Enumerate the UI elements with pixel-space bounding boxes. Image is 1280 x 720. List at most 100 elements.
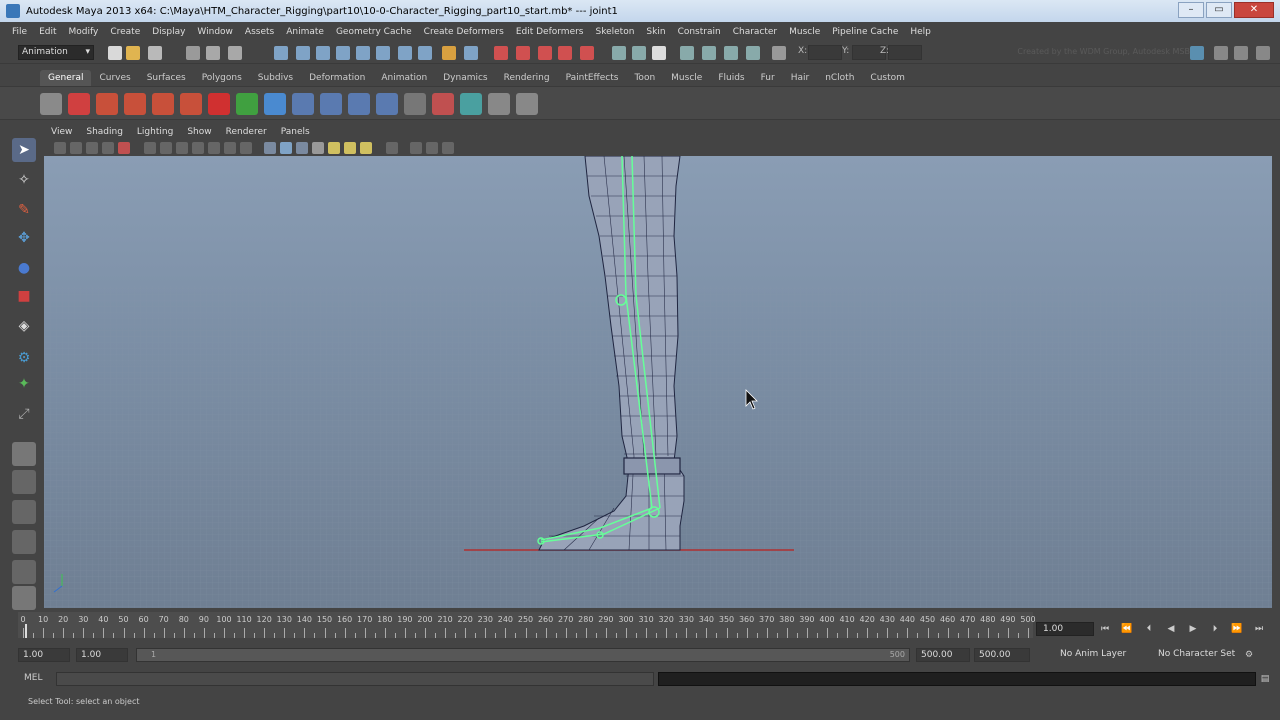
ipr-render-icon[interactable] [516,46,530,60]
sign-in-icon[interactable] [1190,46,1204,60]
menu-create[interactable]: Create [104,27,146,37]
use-all-lights-icon[interactable] [328,142,340,154]
menu-edit-deformers[interactable]: Edit Deformers [510,27,590,37]
layout-single-perspective-icon[interactable] [12,442,36,466]
shelf-tool-icon[interactable] [404,93,426,115]
textured-icon[interactable] [312,142,324,154]
shelf-tool-icon[interactable] [320,93,342,115]
panel-toggle-icon[interactable] [1214,46,1228,60]
go-to-start-icon[interactable]: ⏮ [1096,622,1114,636]
time-slider[interactable]: 0 10 20 30 40 50 60 70 80 90 100 110 120 130 140 150 160… [0,612,1280,644]
animation-end-field[interactable]: 500.00 [974,648,1030,662]
attribute-editor-icon[interactable] [702,46,716,60]
panel-menu-panels[interactable]: Panels [274,124,317,140]
joint-tool-icon[interactable]: ✦ [12,372,36,396]
camera-attributes-icon[interactable] [70,142,82,154]
layout-four-view-icon[interactable] [12,470,36,494]
tool-settings-icon[interactable] [724,46,738,60]
play-backwards-icon[interactable]: ◀ [1162,622,1180,636]
isolate-select-icon[interactable] [386,142,398,154]
wireframe-icon[interactable] [264,142,276,154]
step-back-frame-icon[interactable]: ⏪ [1118,622,1136,636]
menu-create-deformers[interactable]: Create Deformers [418,27,510,37]
camera-select-icon[interactable] [54,142,66,154]
shelf-tab-general[interactable]: General [40,70,92,86]
menu-assets[interactable]: Assets [239,27,280,37]
menu-muscle[interactable]: Muscle [783,27,826,37]
animation-preferences-icon[interactable]: ⚙ [1240,648,1258,662]
panel-toggle-icon[interactable] [1234,46,1248,60]
menu-character[interactable]: Character [727,27,783,37]
menu-window[interactable]: Window [191,27,239,37]
anim-layer-dropdown[interactable]: No Anim Layer [1060,649,1126,659]
shelf-tool-icon[interactable] [516,93,538,115]
shelf-tab-painteffects[interactable]: PaintEffects [558,70,627,86]
resolution-gate-icon[interactable] [192,142,204,154]
hypershade-icon[interactable] [558,46,572,60]
current-frame-field[interactable]: 1.00 [1036,622,1094,636]
menu-modify[interactable]: Modify [63,27,105,37]
shelf-tab-deformation[interactable]: Deformation [301,70,373,86]
manipulator-tool-icon[interactable]: ◈ [12,314,36,338]
layout-persp-outliner-icon[interactable] [12,500,36,524]
select-mask-icon[interactable] [274,46,288,60]
shelf-tab-muscle[interactable]: Muscle [663,70,710,86]
shelf-tab-curves[interactable]: Curves [91,70,138,86]
open-scene-icon[interactable] [126,46,140,60]
go-to-end-icon[interactable]: ⏭ [1250,622,1268,636]
x-ray-active-icon[interactable] [442,142,454,154]
menu-geometry-cache[interactable]: Geometry Cache [330,27,418,37]
shelf-tab-surfaces[interactable]: Surfaces [139,70,194,86]
menu-edit[interactable]: Edit [33,27,62,37]
field-chart-icon[interactable] [224,142,236,154]
menu-skin[interactable]: Skin [640,27,671,37]
range-bar[interactable]: 1 500 [136,648,910,662]
mask-icon[interactable] [316,46,330,60]
panel-menu-view[interactable]: View [44,124,79,140]
last-tool-icon[interactable]: ⚙ [12,346,36,370]
shelf-tool-icon[interactable] [236,93,258,115]
menu-pipeline-cache[interactable]: Pipeline Cache [826,27,904,37]
perspective-viewport[interactable] [44,156,1272,608]
shelf-menu-icon[interactable] [40,93,62,115]
maximize-button[interactable]: ▭ [1206,2,1232,18]
input-output-icon[interactable] [464,46,478,60]
close-button[interactable]: ✕ [1234,2,1274,18]
panel-menu-lighting[interactable]: Lighting [130,124,180,140]
layout-persp-graph-icon[interactable] [12,530,36,554]
snap-view-plane-icon[interactable] [418,46,432,60]
channel-box-icon[interactable] [680,46,694,60]
wireframe-on-shaded-icon[interactable] [296,142,308,154]
mel-label[interactable]: MEL [24,673,42,683]
menu-help[interactable]: Help [904,27,937,37]
shelf-tool-icon[interactable] [348,93,370,115]
grease-pencil-icon[interactable] [144,142,156,154]
playback-end-field[interactable]: 500.00 [916,648,970,662]
layout-icon[interactable] [632,46,646,60]
two-d-pan-zoom-icon[interactable] [118,142,130,154]
menu-set-dropdown[interactable]: Animation [18,45,94,60]
select-by-hierarchy-icon[interactable] [186,46,200,60]
smooth-shade-icon[interactable] [280,142,292,154]
time-ruler[interactable]: 0 10 20 30 40 50 60 70 80 90 100 110 120 130 140 150 160… [18,612,1036,638]
shelf-tab-ncloth[interactable]: nCloth [817,70,862,86]
save-scene-icon[interactable] [148,46,162,60]
shadows-icon[interactable] [344,142,356,154]
mel-command-input[interactable] [56,672,654,686]
history-icon[interactable] [442,46,456,60]
panel-toggle-icon[interactable] [1256,46,1270,60]
shelf-tab-polygons[interactable]: Polygons [194,70,250,86]
transform-field-mode-icon[interactable] [772,46,786,60]
snap-grid-icon[interactable] [356,46,370,60]
current-time-marker[interactable] [25,624,27,638]
move-tool-icon[interactable]: ✥ [12,226,36,250]
z-input[interactable] [888,45,922,60]
shelf-tool-icon[interactable] [376,93,398,115]
shelf-tab-toon[interactable]: Toon [626,70,663,86]
outliner-icon[interactable] [12,586,36,610]
panel-menu-show[interactable]: Show [180,124,218,140]
layer-editor-icon[interactable] [746,46,760,60]
shelf-tool-icon[interactable] [432,93,454,115]
help-icon[interactable] [68,93,90,115]
x-ray-joints-icon[interactable] [426,142,438,154]
